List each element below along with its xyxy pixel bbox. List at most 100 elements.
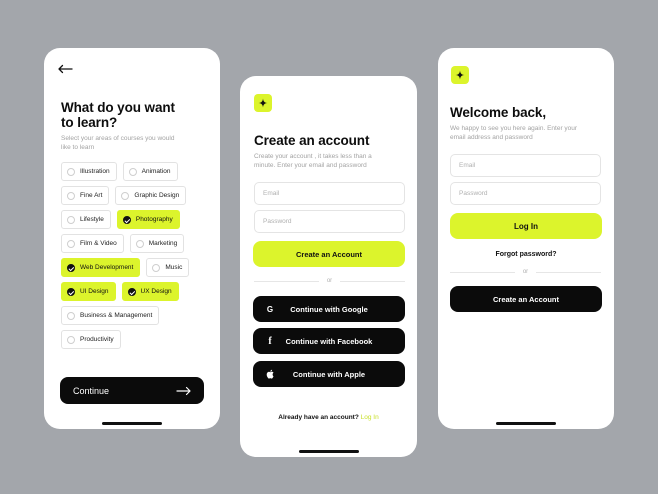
course-chip[interactable]: Business & Management — [61, 306, 160, 325]
login-prompt: Already have an account? Log In — [240, 414, 417, 421]
apple-label: Continue with Apple — [292, 369, 366, 379]
radio-circle-icon — [128, 167, 137, 176]
course-chip-label: UI Design — [80, 288, 109, 295]
email-field[interactable]: Email — [254, 182, 405, 205]
chip-row: Productivity — [61, 330, 211, 349]
course-chip[interactable]: Graphic Design — [115, 186, 187, 205]
course-chip-label: Graphic Design — [134, 192, 180, 199]
create-account-label: Create an Account — [493, 294, 559, 304]
continue-apple-button[interactable]: Continue with Apple — [253, 361, 405, 387]
course-chip-label: Productivity — [80, 336, 114, 343]
learn-title: What do you want to learn? — [61, 100, 175, 130]
course-chip-label: Marketing — [148, 240, 178, 247]
check-circle-icon — [67, 287, 75, 296]
google-icon: G — [266, 304, 274, 314]
course-chip[interactable]: Productivity — [61, 330, 121, 349]
radio-circle-icon — [121, 191, 130, 200]
radio-circle-icon — [67, 311, 75, 320]
login-button[interactable]: Log In — [450, 213, 602, 239]
learn-screen: What do you want to learn? Select your a… — [44, 48, 220, 429]
email-placeholder: Email — [459, 162, 476, 169]
create-account-button[interactable]: Create an Account — [253, 241, 405, 267]
password-field[interactable]: Password — [450, 182, 601, 205]
apple-icon — [265, 369, 275, 379]
course-chip-label: Music — [165, 264, 183, 271]
home-indicator — [102, 422, 162, 425]
radio-circle-icon — [67, 167, 75, 176]
course-chip-label: Photography — [135, 216, 173, 223]
email-field[interactable]: Email — [450, 154, 601, 177]
forgot-password-link[interactable]: Forgot password? — [438, 251, 614, 258]
radio-circle-icon — [135, 239, 144, 248]
course-chip[interactable]: Marketing — [129, 234, 185, 253]
login-prompt-text: Already have an account? — [278, 414, 359, 421]
signup-screen: Create an account Create your account , … — [240, 76, 417, 457]
app-logo — [254, 94, 272, 112]
chip-row: Lifestyle Photography — [61, 210, 211, 229]
home-indicator — [298, 450, 359, 453]
create-account-label: Create an Account — [296, 249, 362, 259]
password-placeholder: Password — [459, 190, 488, 197]
continue-google-button[interactable]: G Continue with Google — [253, 296, 405, 322]
chip-row: Film & Video Marketing — [61, 234, 211, 253]
check-circle-icon — [127, 287, 136, 296]
sparkle-icon — [258, 98, 268, 108]
course-chip[interactable]: Animation — [122, 162, 178, 181]
app-logo — [451, 66, 469, 84]
course-chip-label: Business & Management — [80, 312, 153, 319]
chip-row: Web Development Music — [61, 258, 211, 277]
course-chip[interactable]: Music — [146, 258, 190, 277]
course-chip-label: Fine Art — [80, 192, 103, 199]
login-link[interactable]: Log In — [361, 414, 379, 421]
continue-facebook-button[interactable]: f Continue with Facebook — [253, 328, 405, 354]
course-chip-label: Animation — [141, 168, 171, 175]
chip-row: UI Design UX Design — [61, 282, 211, 301]
radio-circle-icon — [67, 335, 75, 344]
course-chip[interactable]: Film & Video — [61, 234, 124, 253]
radio-circle-icon — [67, 191, 75, 200]
chip-row: Business & Management — [61, 306, 211, 325]
signup-title: Create an account — [254, 133, 370, 148]
sparkle-icon — [455, 70, 465, 80]
password-field[interactable]: Password — [254, 210, 405, 233]
arrow-right-icon — [176, 386, 191, 396]
course-chip[interactable]: Lifestyle — [61, 210, 111, 229]
signup-subtitle: Create your account , it takes less than… — [254, 153, 372, 169]
continue-button[interactable]: Continue — [60, 377, 204, 404]
login-screen: Welcome back, We happy to see you here a… — [438, 48, 614, 429]
radio-circle-icon — [67, 215, 75, 224]
back-arrow-icon[interactable] — [57, 64, 73, 74]
chip-row: Illustration Animation — [61, 162, 211, 181]
home-indicator — [496, 422, 556, 425]
or-divider: or — [450, 268, 601, 276]
course-chip[interactable]: Web Development — [61, 258, 141, 277]
google-label: Continue with Google — [290, 304, 368, 314]
facebook-label: Continue with Facebook — [285, 336, 373, 346]
course-chip-label: Web Development — [80, 264, 134, 271]
course-chip-label: UX Design — [140, 288, 172, 295]
course-chip-label: Film & Video — [80, 240, 117, 247]
course-chip[interactable]: Illustration — [61, 162, 117, 181]
course-chip-label: Lifestyle — [80, 216, 104, 223]
course-chip[interactable]: UI Design — [61, 282, 116, 301]
email-placeholder: Email — [263, 190, 280, 197]
chip-row: Fine Art Graphic Design — [61, 186, 211, 205]
course-chip-list: Illustration Animation Fine Art Graphic Des… — [61, 162, 211, 354]
login-subtitle: We happy to see you here again. Enter yo… — [450, 125, 578, 141]
course-chip[interactable]: Photography — [116, 210, 180, 229]
check-circle-icon — [67, 263, 75, 272]
radio-circle-icon — [152, 263, 161, 272]
login-button-label: Log In — [514, 221, 538, 231]
course-chip-label: Illustration — [80, 168, 110, 175]
login-title: Welcome back, — [450, 105, 546, 120]
or-divider: or — [254, 277, 405, 285]
radio-circle-icon — [67, 239, 75, 248]
password-placeholder: Password — [263, 218, 292, 225]
continue-button-label: Continue — [73, 385, 110, 396]
learn-subtitle: Select your areas of courses you would l… — [61, 135, 175, 151]
course-chip[interactable]: UX Design — [121, 282, 179, 301]
course-chip[interactable]: Fine Art — [61, 186, 110, 205]
check-circle-icon — [122, 215, 131, 224]
create-account-button[interactable]: Create an Account — [450, 286, 602, 312]
facebook-icon: f — [268, 335, 272, 347]
